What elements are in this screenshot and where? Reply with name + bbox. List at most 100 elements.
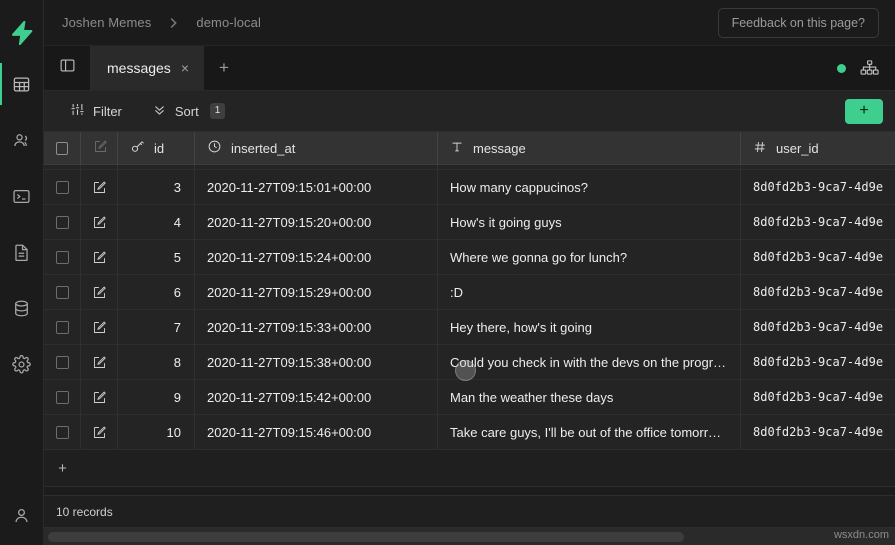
edit-icon[interactable] [92, 285, 107, 300]
table-row[interactable]: 92020-11-27T09:15:42+00:00Man the weathe… [44, 380, 895, 415]
add-row-plus-icon[interactable]: + [44, 461, 81, 476]
sidebar-item-account[interactable] [0, 485, 44, 545]
cell-message[interactable]: Hey there, how's it going [438, 310, 741, 344]
cell-user-id[interactable]: 8d0fd2b3-9ca7-4d9e [741, 240, 895, 274]
tab-close-icon[interactable]: × [181, 61, 189, 75]
cell-user-id[interactable]: 8d0fd2b3-9ca7-4d9e [741, 170, 895, 204]
cell-id[interactable]: 4 [118, 205, 195, 239]
breadcrumb-org[interactable]: Joshen Memes [62, 15, 151, 30]
row-select-cell[interactable] [44, 170, 81, 204]
row-edit-cell[interactable] [81, 170, 118, 204]
new-tab-button[interactable]: + [204, 46, 244, 90]
row-edit-cell[interactable] [81, 165, 118, 169]
table-row[interactable]: 82020-11-27T09:15:38+00:00Could you chec… [44, 345, 895, 380]
cell-user-id[interactable]: 8d0fd2b3-9ca7-4d9e [741, 415, 895, 449]
cell-user-id[interactable]: 8d0fd2b3-9ca7-4d9e [741, 205, 895, 239]
edit-icon[interactable] [92, 180, 107, 195]
row-select-cell[interactable] [44, 240, 81, 274]
column-header-user-id[interactable]: user_id [741, 132, 895, 164]
hierarchy-icon[interactable] [860, 60, 879, 76]
row-select-cell[interactable] [44, 415, 81, 449]
row-edit-cell[interactable] [81, 310, 118, 344]
row-select-cell[interactable] [44, 380, 81, 414]
table-row[interactable]: 102020-11-27T09:15:46+00:00Take care guy… [44, 415, 895, 450]
column-header-id[interactable]: id [118, 132, 195, 164]
cell-inserted-at[interactable]: 2020-11-27T09:15:29+00:00 [195, 275, 438, 309]
table-row[interactable]: 72020-11-27T09:15:33+00:00Hey there, how… [44, 310, 895, 345]
table-row[interactable]: 42020-11-27T09:15:20+00:00How's it going… [44, 205, 895, 240]
row-checkbox[interactable] [56, 426, 69, 439]
cell-user-id[interactable]: 8d0fd2b3-9ca7-4d9e [741, 275, 895, 309]
cell-inserted-at[interactable]: 2020-11-27T09:15:01+00:00 [195, 170, 438, 204]
edit-icon[interactable] [92, 250, 107, 265]
row-checkbox[interactable] [56, 286, 69, 299]
cell-id[interactable]: 7 [118, 310, 195, 344]
row-select-cell[interactable] [44, 345, 81, 379]
cell-inserted-at[interactable]: 2020-11-27T09:15:20+00:00 [195, 205, 438, 239]
cell-id[interactable]: 10 [118, 415, 195, 449]
cell-inserted-at[interactable]: 2020-11-27T09:15:33+00:00 [195, 310, 438, 344]
cell-inserted-at[interactable]: 2020-11-27T09:15:38+00:00 [195, 345, 438, 379]
cell-id[interactable]: 5 [118, 240, 195, 274]
cell-user-id[interactable]: 8d0fd2b3-9ca7-4d9e [741, 310, 895, 344]
column-header-inserted-at[interactable]: inserted_at [195, 132, 438, 164]
cell-inserted-at[interactable]: 2020-11-27T09:15:46+00:00 [195, 415, 438, 449]
row-select-cell[interactable] [44, 205, 81, 239]
cell-id[interactable]: 6 [118, 275, 195, 309]
row-checkbox[interactable] [56, 391, 69, 404]
row-checkbox[interactable] [56, 181, 69, 194]
breadcrumb-project[interactable]: demo-local [196, 15, 261, 30]
filter-button[interactable]: Filter [62, 98, 130, 124]
cell-id[interactable]: 9 [118, 380, 195, 414]
column-header-message[interactable]: message [438, 132, 741, 164]
row-edit-cell[interactable] [81, 275, 118, 309]
supabase-lightning-logo[interactable] [0, 10, 44, 56]
sidebar-item-database[interactable] [0, 280, 44, 336]
sidebar-item-sql-editor[interactable] [0, 168, 44, 224]
sidebar-item-authentication[interactable] [0, 112, 44, 168]
select-all-checkbox[interactable] [56, 142, 68, 155]
feedback-button[interactable]: Feedback on this page? [718, 8, 879, 38]
row-checkbox[interactable] [56, 321, 69, 334]
horizontal-scrollbar[interactable]: wsxdn.com [44, 527, 895, 545]
row-select-cell[interactable] [44, 275, 81, 309]
cell-message[interactable]: Could you check in with the devs on the … [438, 345, 741, 379]
cell-message[interactable]: :D [438, 275, 741, 309]
edit-icon[interactable] [92, 215, 107, 230]
horizontal-scrollbar-thumb[interactable] [48, 532, 684, 542]
cell-id[interactable]: 3 [118, 170, 195, 204]
sidebar-item-table-editor[interactable] [0, 56, 44, 112]
select-all-header[interactable] [44, 132, 81, 164]
cell-id[interactable]: 2 [118, 165, 195, 169]
row-edit-cell[interactable] [81, 345, 118, 379]
tab-messages[interactable]: messages × [90, 46, 204, 90]
cell-id[interactable]: 8 [118, 345, 195, 379]
sort-button[interactable]: Sort 1 [144, 98, 233, 124]
add-new-row-line[interactable]: + [44, 450, 895, 487]
row-edit-cell[interactable] [81, 205, 118, 239]
cell-inserted-at[interactable]: 2020-11-27T09:15:24+00:00 [195, 240, 438, 274]
row-edit-cell[interactable] [81, 380, 118, 414]
row-checkbox[interactable] [56, 356, 69, 369]
row-edit-cell[interactable] [81, 240, 118, 274]
row-select-cell[interactable] [44, 165, 81, 169]
sidebar-item-settings[interactable] [0, 336, 44, 392]
edit-icon[interactable] [92, 320, 107, 335]
insert-row-button[interactable]: + [845, 99, 883, 124]
cell-user-id[interactable]: 8d0fd2b3-9ca7-4d9e [741, 380, 895, 414]
row-select-cell[interactable] [44, 310, 81, 344]
sidebar-panel-toggle-button[interactable] [44, 46, 90, 90]
row-edit-cell[interactable] [81, 415, 118, 449]
cell-user-id[interactable]: 8d0fd2b3-9ca7-4d9e [741, 165, 895, 169]
sidebar-item-api-docs[interactable] [0, 224, 44, 280]
edit-icon[interactable] [92, 355, 107, 370]
cell-message[interactable]: Take care guys, I'll be out of the offic… [438, 415, 741, 449]
edit-icon[interactable] [92, 390, 107, 405]
cell-inserted-at[interactable]: 2020-11-27T09:14:42+00:00 [195, 165, 438, 169]
cell-user-id[interactable]: 8d0fd2b3-9ca7-4d9e [741, 345, 895, 379]
cell-message[interactable]: How many cappucinos? [438, 170, 741, 204]
cell-inserted-at[interactable]: 2020-11-27T09:15:42+00:00 [195, 380, 438, 414]
row-checkbox[interactable] [56, 251, 69, 264]
cell-message[interactable]: Perfection is attained, not when there i… [438, 165, 741, 169]
cell-message[interactable]: Man the weather these days [438, 380, 741, 414]
